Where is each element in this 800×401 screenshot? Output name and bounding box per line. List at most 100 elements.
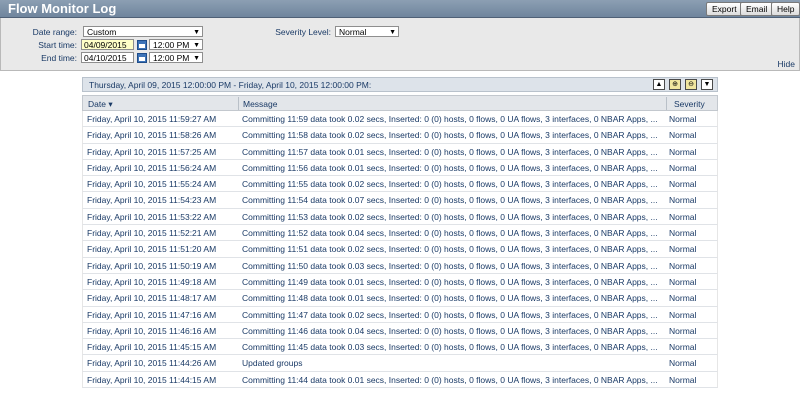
- row-date: Friday, April 10, 2015 11:54:23 AM: [87, 195, 217, 206]
- row-severity: Normal: [669, 342, 697, 353]
- row-severity: Normal: [669, 374, 697, 385]
- table-row[interactable]: Friday, April 10, 2015 11:57:25 AM Commit…: [82, 143, 718, 160]
- severity-level-label: Severity Level:: [275, 27, 331, 37]
- row-severity: Normal: [669, 162, 697, 173]
- column-header-date[interactable]: Date ▾: [88, 99, 113, 110]
- chevron-down-icon: ▼: [193, 42, 200, 49]
- row-message: Committing 11:44 data took 0.01 secs, In…: [242, 374, 658, 385]
- table-row[interactable]: Friday, April 10, 2015 11:59:27 AM Commit…: [82, 111, 718, 128]
- end-time-select[interactable]: 12:00 PM ▼: [149, 52, 203, 63]
- row-message: Committing 11:54 data took 0.07 secs, In…: [242, 195, 658, 206]
- row-severity: Normal: [669, 211, 697, 222]
- row-date: Friday, April 10, 2015 11:46:16 AM: [87, 325, 217, 336]
- table-row[interactable]: Friday, April 10, 2015 11:47:16 AM Commit…: [82, 306, 718, 323]
- table-row[interactable]: Friday, April 10, 2015 11:52:21 AM Commit…: [82, 225, 718, 242]
- row-severity: Normal: [669, 309, 697, 320]
- magnify-minus-icon: ⊖: [688, 81, 694, 88]
- table-row[interactable]: Friday, April 10, 2015 11:53:22 AM Commit…: [82, 208, 718, 226]
- date-range-value: Custom: [87, 27, 117, 37]
- table-row[interactable]: Friday, April 10, 2015 11:46:16 AM Commit…: [82, 322, 718, 340]
- column-header-severity[interactable]: Severity: [674, 99, 705, 109]
- row-severity: Normal: [669, 228, 697, 239]
- table-body: Friday, April 10, 2015 11:59:27 AM Commit…: [82, 111, 718, 389]
- calendar-icon[interactable]: [137, 40, 147, 50]
- row-message: Committing 11:55 data took 0.02 secs, In…: [242, 179, 658, 190]
- row-message: Committing 11:52 data took 0.04 secs, In…: [242, 228, 658, 239]
- table-row[interactable]: Friday, April 10, 2015 11:44:15 AM Commit…: [82, 371, 718, 389]
- start-time-select[interactable]: 12:00 PM ▼: [149, 39, 203, 50]
- row-date: Friday, April 10, 2015 11:44:26 AM: [87, 358, 217, 369]
- row-severity: Normal: [669, 276, 697, 287]
- start-time-label: Start time:: [38, 40, 77, 50]
- export-button[interactable]: Export: [706, 2, 743, 16]
- row-message: Committing 11:50 data took 0.03 secs, In…: [242, 260, 658, 271]
- row-severity: Normal: [669, 195, 697, 206]
- row-date: Friday, April 10, 2015 11:52:21 AM: [87, 228, 217, 239]
- row-message: Committing 11:51 data took 0.02 secs, In…: [242, 244, 658, 255]
- row-message: Committing 11:59 data took 0.02 secs, In…: [242, 114, 658, 124]
- table-row[interactable]: Friday, April 10, 2015 11:45:15 AM Commit…: [82, 339, 718, 356]
- row-date: Friday, April 10, 2015 11:56:24 AM: [87, 162, 217, 173]
- scroll-up-button[interactable]: ▲: [653, 79, 665, 90]
- row-date: Friday, April 10, 2015 11:58:26 AM: [87, 130, 217, 141]
- severity-level-value: Normal: [339, 27, 367, 37]
- table-row[interactable]: Friday, April 10, 2015 11:54:23 AM Commit…: [82, 192, 718, 209]
- hide-link[interactable]: Hide: [778, 59, 795, 69]
- table-row[interactable]: Friday, April 10, 2015 11:50:19 AM Commit…: [82, 257, 718, 274]
- table-row[interactable]: Friday, April 10, 2015 11:49:18 AM Commit…: [82, 273, 718, 291]
- column-divider[interactable]: [238, 97, 239, 110]
- row-date: Friday, April 10, 2015 11:59:27 AM: [87, 114, 217, 124]
- help-button[interactable]: Help: [771, 2, 800, 16]
- row-message: Committing 11:48 data took 0.01 secs, In…: [242, 293, 658, 304]
- table-row[interactable]: Friday, April 10, 2015 11:48:17 AM Commit…: [82, 290, 718, 307]
- row-date: Friday, April 10, 2015 11:47:16 AM: [87, 309, 217, 320]
- row-severity: Normal: [669, 293, 697, 304]
- row-message: Committing 11:45 data took 0.03 secs, In…: [242, 342, 658, 353]
- triangle-up-icon: ▲: [655, 81, 663, 88]
- row-severity: Normal: [669, 130, 697, 141]
- triangle-down-icon: ▼: [703, 81, 711, 88]
- row-date: Friday, April 10, 2015 11:53:22 AM: [87, 211, 217, 222]
- date-range-label: Date range:: [32, 27, 77, 37]
- table-row[interactable]: Friday, April 10, 2015 11:44:26 AM Update…: [82, 355, 718, 372]
- date-range-select[interactable]: Custom ▼: [83, 26, 203, 37]
- zoom-in-button[interactable]: ⊕: [669, 79, 681, 90]
- table-row[interactable]: Friday, April 10, 2015 11:51:20 AM Commit…: [82, 241, 718, 258]
- row-message: Updated groups: [242, 358, 303, 369]
- start-date-value: 04/09/2015: [84, 40, 127, 50]
- row-date: Friday, April 10, 2015 11:50:19 AM: [87, 260, 217, 271]
- table-row[interactable]: Friday, April 10, 2015 11:56:24 AM Commit…: [82, 159, 718, 177]
- row-message: Committing 11:57 data took 0.01 secs, In…: [242, 146, 658, 157]
- column-header-message[interactable]: Message: [243, 99, 278, 109]
- magnify-plus-icon: ⊕: [672, 81, 678, 88]
- zoom-out-button[interactable]: ⊖: [685, 79, 697, 90]
- sort-down-icon: ▾: [108, 99, 113, 109]
- end-time-label: End time:: [41, 53, 77, 63]
- row-date: Friday, April 10, 2015 11:57:25 AM: [87, 146, 217, 157]
- row-date: Friday, April 10, 2015 11:48:17 AM: [87, 293, 217, 304]
- chevron-down-icon: ▼: [389, 29, 396, 36]
- email-button[interactable]: Email: [740, 2, 774, 16]
- row-severity: Normal: [669, 358, 697, 369]
- row-date: Friday, April 10, 2015 11:55:24 AM: [87, 179, 217, 190]
- row-date: Friday, April 10, 2015 11:45:15 AM: [87, 342, 217, 353]
- range-bar: Thursday, April 09, 2015 12:00:00 PM - F…: [82, 77, 718, 92]
- title-bar: Flow Monitor Log Export Email Help: [0, 0, 800, 18]
- severity-level-select[interactable]: Normal ▼: [335, 26, 399, 37]
- row-severity: Normal: [669, 179, 697, 190]
- start-time-value: 12:00 PM: [153, 40, 190, 50]
- scroll-down-button[interactable]: ▼: [701, 79, 713, 90]
- log-table: Date ▾ Message Severity Friday, April 10…: [82, 95, 718, 389]
- filter-panel: Date range: Custom ▼ Start time: 04/09/2…: [0, 18, 800, 71]
- row-message: Committing 11:53 data took 0.02 secs, In…: [242, 211, 658, 222]
- table-row[interactable]: Friday, April 10, 2015 11:58:26 AM Commit…: [82, 127, 718, 144]
- table-row[interactable]: Friday, April 10, 2015 11:55:24 AM Commit…: [82, 176, 718, 193]
- end-date-input[interactable]: 04/10/2015: [81, 52, 134, 63]
- start-date-input[interactable]: 04/09/2015: [81, 39, 134, 50]
- row-message: Committing 11:56 data took 0.01 secs, In…: [242, 162, 658, 173]
- calendar-icon[interactable]: [137, 53, 147, 63]
- row-severity: Normal: [669, 114, 697, 124]
- end-date-value: 04/10/2015: [84, 53, 127, 63]
- row-severity: Normal: [669, 260, 697, 271]
- column-divider[interactable]: [666, 97, 667, 110]
